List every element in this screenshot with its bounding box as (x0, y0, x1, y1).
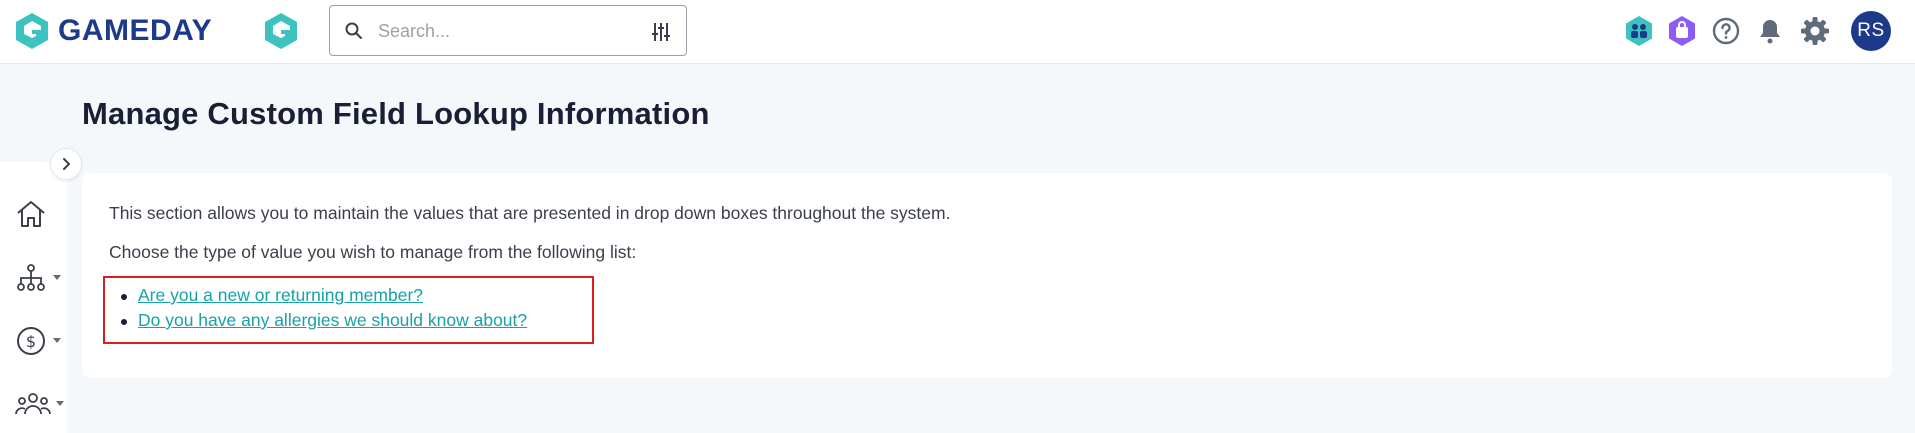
intro-text: This section allows you to maintain the … (109, 203, 951, 223)
notifications-bell-icon[interactable] (1753, 14, 1787, 48)
gameday-logo[interactable]: GAMEDAY (12, 11, 212, 51)
bullet (121, 294, 127, 300)
sidebar-nav: $ (0, 162, 67, 433)
content-card: This section allows you to maintain the … (82, 173, 1892, 378)
list-item: Are you a new or returning member? (121, 285, 527, 310)
help-icon[interactable] (1709, 14, 1743, 48)
chevron-down-icon (53, 275, 61, 280)
list-item: Do you have any allergies we should know… (121, 310, 527, 335)
app-switcher-logo-icon[interactable] (261, 11, 301, 56)
org-chart-icon (17, 264, 45, 291)
members-group-icon (15, 393, 51, 415)
brand-name: GAMEDAY (58, 14, 213, 47)
svg-text:$: $ (26, 332, 36, 351)
settings-gear-icon[interactable] (1798, 14, 1832, 48)
bullet (121, 319, 127, 325)
sidebar-item-finance[interactable]: $ (14, 321, 64, 361)
instruction-text: Choose the type of value you wish to man… (109, 242, 637, 262)
sidebar-item-members[interactable] (14, 384, 64, 424)
gameday-g-logo-icon (16, 13, 48, 49)
sidebar-item-organisation[interactable] (14, 258, 64, 298)
filter-sliders-icon[interactable] (650, 21, 672, 48)
lookup-link-new-or-returning-member[interactable]: Are you a new or returning member? (138, 285, 423, 305)
sidebar-expand-button[interactable] (50, 148, 82, 180)
page-title: Manage Custom Field Lookup Information (82, 96, 710, 131)
search-input[interactable] (378, 16, 628, 46)
lookup-link-allergies[interactable]: Do you have any allergies we should know… (138, 310, 527, 330)
lookup-field-list: Are you a new or returning member? Do yo… (121, 285, 527, 335)
finance-dollar-icon: $ (17, 327, 45, 355)
chevron-down-icon (53, 338, 61, 343)
user-avatar[interactable]: RS (1851, 11, 1891, 51)
chevron-right-icon (63, 158, 70, 170)
chevron-down-icon (56, 401, 64, 406)
sidebar-item-home[interactable] (14, 194, 64, 234)
teams-hub-icon[interactable] (1622, 14, 1656, 48)
search-icon (344, 21, 364, 46)
shop-bag-icon[interactable] (1665, 14, 1699, 48)
home-icon (17, 201, 45, 227)
search-box (329, 5, 687, 56)
top-bar: GAMEDAY Search... RS (0, 0, 1915, 64)
